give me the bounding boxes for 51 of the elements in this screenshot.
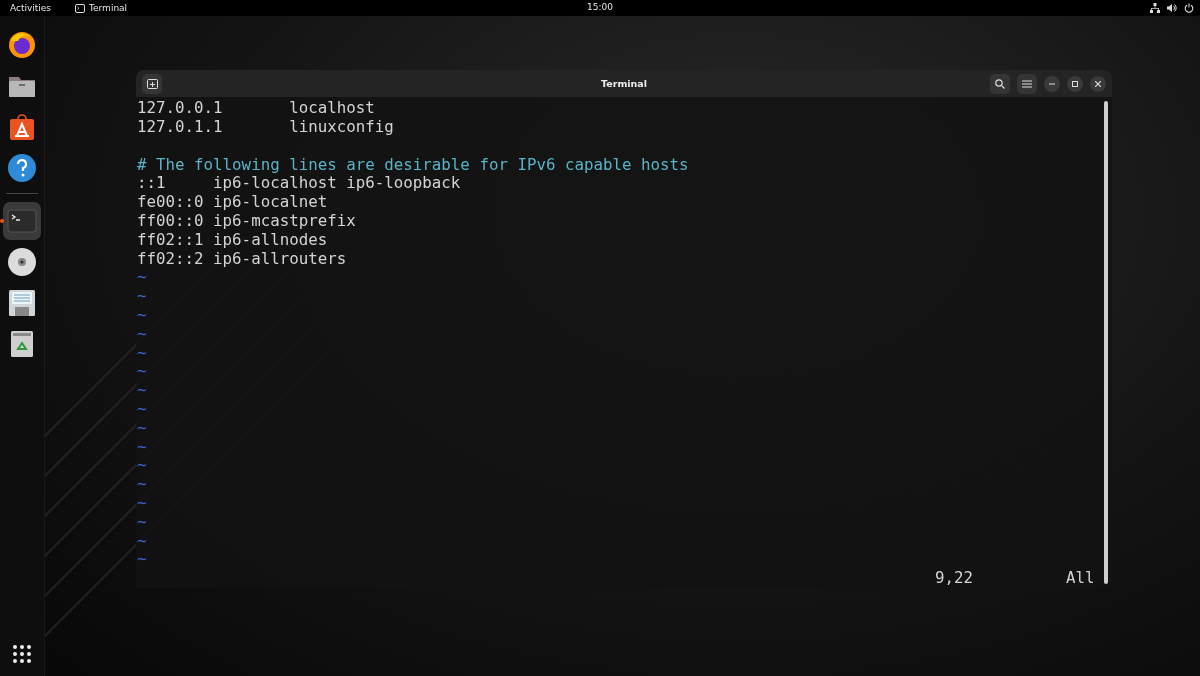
empty-line-marker: ~ — [137, 343, 148, 363]
empty-line-marker: ~ — [137, 437, 148, 457]
menu-icon — [1022, 79, 1032, 88]
maximize-button[interactable] — [1067, 75, 1083, 92]
empty-line-marker: ~ — [137, 418, 148, 438]
activities-button[interactable]: Activities — [0, 3, 62, 13]
search-icon — [995, 78, 1005, 89]
scroll-position: All — [1066, 569, 1095, 588]
network-icon[interactable] — [1150, 3, 1160, 13]
search-button[interactable] — [990, 73, 1010, 94]
app-menu[interactable]: Terminal — [89, 3, 128, 13]
volume-icon[interactable] — [1167, 3, 1177, 13]
cursor-position: 9,22 — [935, 569, 974, 588]
scrollbar[interactable] — [1104, 101, 1108, 584]
new-tab-button[interactable] — [142, 73, 162, 94]
empty-line-marker: ~ — [137, 400, 148, 419]
empty-line-marker: ~ — [137, 531, 148, 551]
clock[interactable]: 15:00 — [587, 2, 613, 12]
empty-line-marker: ~ — [137, 494, 148, 513]
app-grid-icon[interactable] — [12, 644, 32, 664]
empty-line-marker: ~ — [137, 550, 148, 570]
close-button[interactable] — [1090, 75, 1106, 92]
comment-line: # The following lines are desirable for IPv6 capable hosts — [137, 155, 690, 175]
text-line: ::1 ip6-localhost ip6-loopback — [137, 174, 462, 194]
firefox-icon — [6, 29, 38, 61]
empty-line-marker: ~ — [137, 512, 148, 532]
minimize-button[interactable] — [1044, 75, 1060, 92]
help-icon — [6, 152, 38, 184]
terminal-icon — [75, 3, 86, 13]
disc-icon — [6, 246, 38, 278]
maximize-icon — [1072, 80, 1078, 87]
text-line: ff02::1 ip6-allnodes — [137, 230, 329, 250]
empty-line-marker: ~ — [137, 381, 148, 401]
empty-line-marker: ~ — [137, 306, 148, 325]
power-icon[interactable] — [1184, 3, 1194, 13]
text-line: ff02::2 ip6-allrouters — [137, 249, 348, 269]
menu-button[interactable] — [1017, 73, 1037, 94]
empty-line-marker: ~ — [137, 287, 148, 307]
empty-line-marker: ~ — [137, 268, 148, 288]
empty-line-marker: ~ — [137, 324, 148, 344]
text-line: ff00::0 ip6-mcastprefix — [137, 212, 357, 231]
text-line: 127.0.0.1 localhost — [137, 99, 376, 119]
empty-line-marker: ~ — [137, 362, 148, 382]
window-title: Terminal — [601, 78, 647, 90]
close-icon — [1095, 80, 1101, 87]
minimize-icon — [1049, 82, 1055, 85]
empty-line-marker: ~ — [137, 456, 148, 476]
text-line: fe00::0 ip6-localnet — [137, 193, 329, 213]
text-line: 127.0.1.1 linuxconfig — [137, 118, 395, 137]
new-tab-icon — [146, 78, 158, 89]
empty-line-marker: ~ — [137, 475, 148, 494]
